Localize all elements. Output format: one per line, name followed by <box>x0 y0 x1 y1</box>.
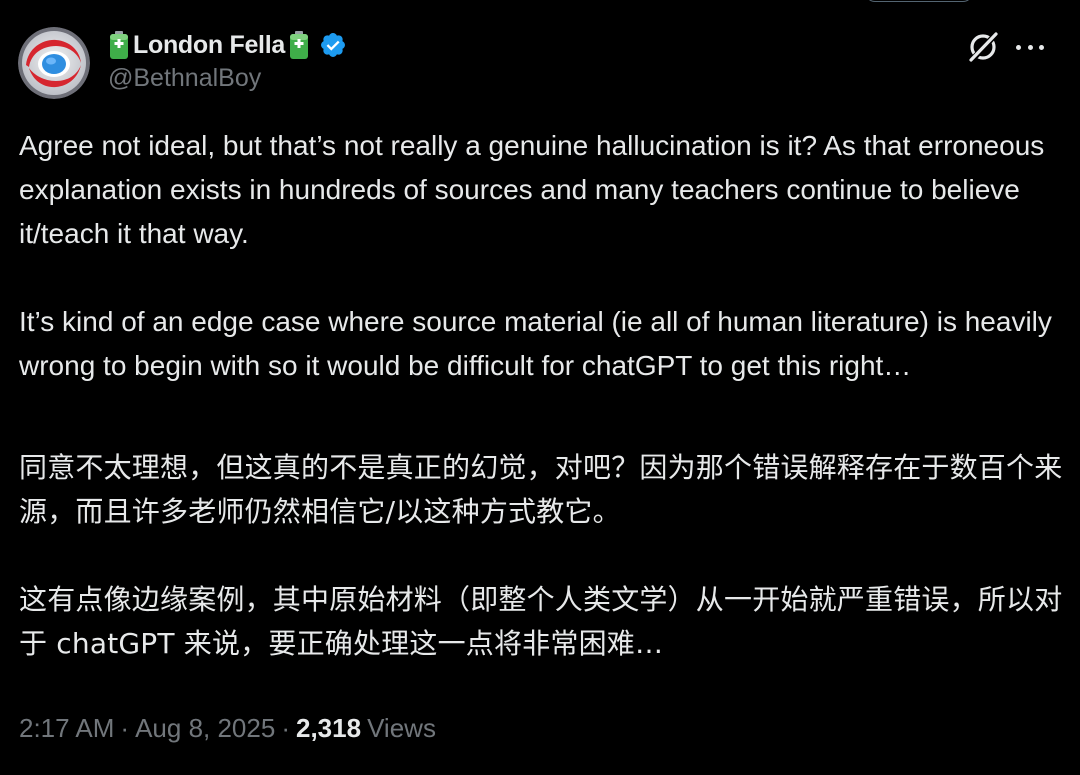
tweet-text-en-1: Agree not ideal, but that’s not really a… <box>19 130 1045 249</box>
separator: · <box>281 712 290 743</box>
views-count[interactable]: 2,318 <box>296 713 361 744</box>
battery-icon <box>289 31 308 59</box>
author-handle[interactable]: @BethnalBoy <box>108 64 261 93</box>
tweet-text-zh-2: 这有点像边缘案例，其中原始材料（即整个人类文学）从一开始就严重错误，所以对于 c… <box>19 583 1063 660</box>
battery-icon <box>110 31 128 59</box>
dot <box>1039 44 1044 50</box>
author-display-name[interactable]: London Fella <box>133 31 285 60</box>
tweet-text-en-2: It’s kind of an edge case where source m… <box>19 306 1052 381</box>
more-options-icon[interactable] <box>1012 30 1048 64</box>
tweet-text-zh-1: 同意不太理想，但这真的不是真正的幻觉，对吧？因为那个错误解释存在于数百个来源，而… <box>19 451 1063 528</box>
verified-badge-icon[interactable] <box>319 31 347 59</box>
dot <box>1027 44 1033 50</box>
tweet-meta: 2:17 AM · Aug 8, 2025 · 2,318 Views <box>19 708 436 748</box>
tweet-date[interactable]: Aug 8, 2025 <box>135 713 275 744</box>
tweet-header: London Fella @BethnalBoy <box>0 0 1080 110</box>
grok-icon[interactable] <box>966 30 1000 64</box>
tweet-time[interactable]: 2:17 AM <box>19 713 114 744</box>
avatar[interactable] <box>18 27 90 99</box>
author-name-row[interactable]: London Fella <box>108 27 347 63</box>
dot <box>1016 44 1021 50</box>
views-label: Views <box>367 712 436 743</box>
separator: · <box>120 712 130 743</box>
